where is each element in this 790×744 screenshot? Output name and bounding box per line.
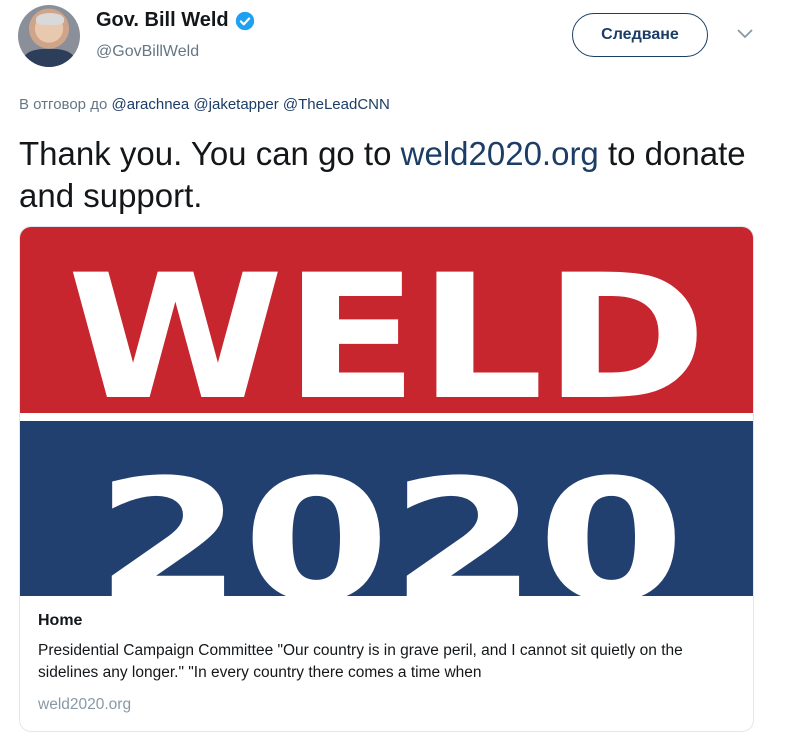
follow-button[interactable]: Следване [572, 13, 708, 57]
mention-link[interactable]: @arachnea [111, 96, 189, 113]
mention-link[interactable]: @TheLeadCNN [283, 96, 390, 113]
verified-badge-icon [235, 11, 254, 30]
tweet-link[interactable]: weld2020.org [401, 135, 599, 172]
avatar-hair [36, 13, 64, 25]
reply-context: В отговор до @arachnea @jaketapper @TheL… [19, 96, 390, 113]
author-handle[interactable]: @GovBillWeld [96, 43, 199, 61]
logo-text-2020: 2020 [95, 443, 685, 596]
card-image-weld-logo[interactable]: WELD 2020 [20, 227, 754, 596]
chevron-down-icon[interactable] [736, 28, 754, 40]
avatar-shirt [24, 49, 74, 67]
card-description: Presidential Campaign Committee "Our cou… [38, 642, 683, 681]
mention-link[interactable]: @jaketapper [193, 96, 278, 113]
link-card[interactable]: WELD 2020 Home Presidential Campaign Com… [19, 226, 754, 732]
author-name-text[interactable]: Gov. Bill Weld [96, 9, 229, 32]
card-domain: weld2020.org [38, 696, 132, 713]
logo-text-weld: WELD [67, 237, 707, 438]
tweet-text-before: Thank you. You can go to [19, 135, 401, 172]
reply-prefix: В отговор до [19, 96, 108, 113]
tweet-text: Thank you. You can go to weld2020.org to… [19, 133, 759, 217]
card-title: Home [38, 612, 83, 629]
author-avatar[interactable] [18, 5, 80, 67]
author-display-name[interactable]: Gov. Bill Weld [96, 9, 255, 32]
